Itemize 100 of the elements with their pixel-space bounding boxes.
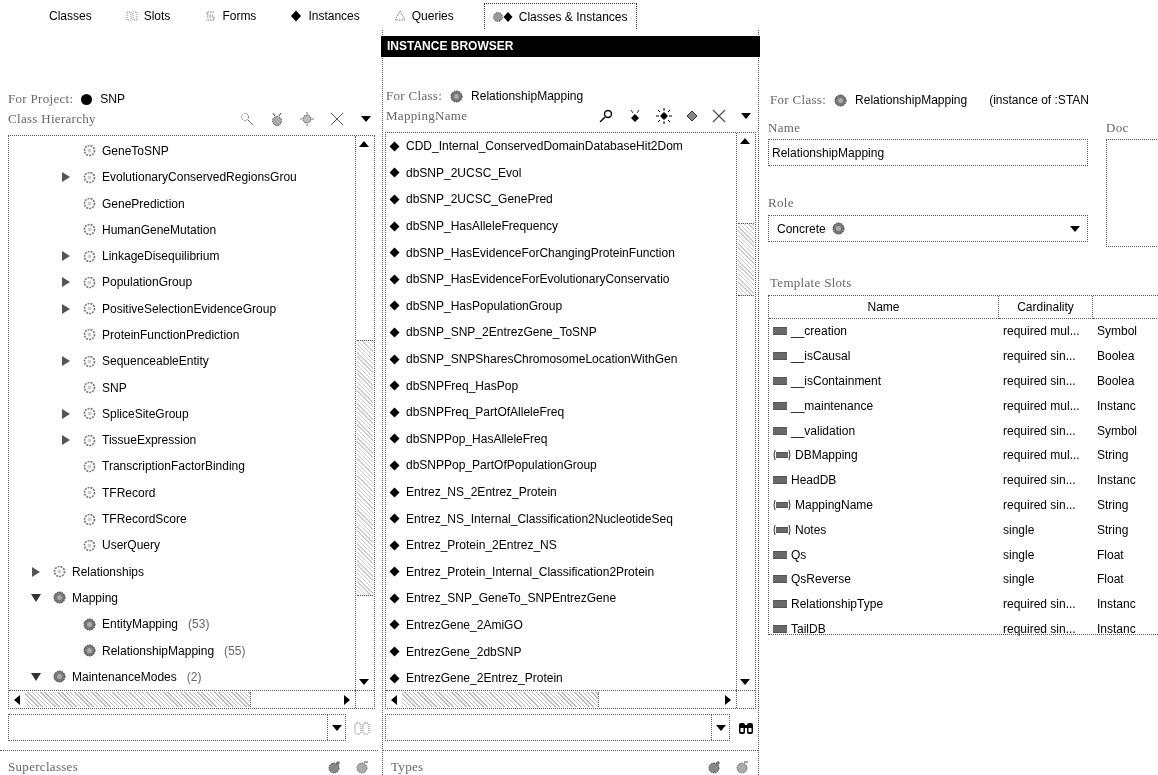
- instance-item[interactable]: dbSNP_SNPSharesChromosomeLocationWithGen: [386, 345, 736, 373]
- tree-item[interactable]: TFRecordScore: [9, 505, 355, 533]
- tree-item[interactable]: LinkageDisequilibrium: [9, 242, 355, 270]
- caret-icon[interactable]: [360, 114, 372, 123]
- tree-item[interactable]: PositiveSelectionEvidenceGroup: [9, 295, 355, 322]
- tree-item[interactable]: MaintenanceModes (2): [9, 663, 355, 690]
- role-dropdown[interactable]: Concrete: [768, 215, 1088, 242]
- instance-item[interactable]: Entrez_Protein_2Entrez_NS: [386, 531, 736, 559]
- caret-icon[interactable]: [1069, 224, 1081, 233]
- search-combo[interactable]: [385, 714, 730, 741]
- scrollbar-thumb[interactable]: [25, 692, 252, 707]
- collapsed-triangle-icon[interactable]: [61, 435, 71, 446]
- instance-item[interactable]: dbSNP_HasPopulationGroup: [386, 292, 736, 320]
- tree-item[interactable]: RelationshipMapping (55): [9, 637, 355, 664]
- diamond-icon: [389, 406, 400, 418]
- instance-item[interactable]: dbSNPFreq_HasPop: [386, 372, 736, 399]
- tree-item[interactable]: Relationships: [9, 558, 355, 585]
- collapsed-triangle-icon[interactable]: [61, 277, 71, 288]
- scrollbar[interactable]: [736, 133, 755, 690]
- collapsed-triangle-icon[interactable]: [61, 172, 71, 183]
- scrollbar-thumb[interactable]: [738, 222, 754, 296]
- tree-item[interactable]: UserQuery: [9, 532, 355, 559]
- instance-item[interactable]: Entrez_SNP_GeneTo_SNPEntrezGene: [386, 585, 736, 612]
- table-cell-text: Float: [1096, 547, 1125, 562]
- instance-item[interactable]: dbSNPFreq_PartOfAlleleFreq: [386, 398, 736, 426]
- tree-item[interactable]: GenePrediction: [9, 190, 355, 217]
- add-class-icon[interactable]: [328, 760, 342, 774]
- tab[interactable]: Classes: [45, 3, 96, 29]
- tree-item[interactable]: TFRecord: [9, 479, 355, 506]
- tree-item[interactable]: Mapping: [9, 584, 355, 612]
- instance-item[interactable]: dbSNP_2UCSC_Evol: [386, 159, 736, 187]
- expanded-triangle-icon[interactable]: [31, 592, 41, 603]
- documentation-field[interactable]: [1106, 139, 1158, 247]
- column-header[interactable]: Cardinality: [999, 296, 1093, 319]
- collapsed-triangle-icon[interactable]: [61, 303, 71, 314]
- collapsed-triangle-icon[interactable]: [31, 566, 41, 577]
- scrollbar-thumb[interactable]: [402, 692, 600, 707]
- project-name: SNP: [100, 92, 126, 107]
- search-icon[interactable]: [598, 108, 614, 123]
- instance-item[interactable]: Entrez_Protein_Internal_Classification2Protein: [386, 558, 736, 586]
- instance-item[interactable]: CDD_Internal_ConservedDomainDatabaseHit2Dom: [386, 133, 736, 160]
- tab[interactable]: Forms: [200, 3, 261, 29]
- delete-icon[interactable]: [330, 111, 344, 126]
- instance-item[interactable]: dbSNP_2UCSC_GenePred: [386, 186, 736, 213]
- tab[interactable]: Classes & Instances: [483, 3, 637, 29]
- diamond-icon: [389, 353, 400, 365]
- binoculars-icon[interactable]: [738, 720, 754, 735]
- add-class-icon[interactable]: [708, 760, 722, 774]
- instance-item[interactable]: dbSNPPop_PartOfPopulationGroup: [386, 452, 736, 479]
- caret-icon[interactable]: [740, 111, 752, 120]
- scrollbar[interactable]: [386, 690, 736, 708]
- instance-item[interactable]: dbSNPPop_HasAlleleFreq: [386, 425, 736, 453]
- tree-item[interactable]: TranscriptionFactorBinding: [9, 453, 355, 480]
- caret-icon[interactable]: [330, 723, 343, 732]
- instance-item[interactable]: EntrezGene_2AmiGO: [386, 611, 736, 639]
- instance-item[interactable]: Entrez_NS_2Entrez_Protein: [386, 478, 736, 506]
- tree-item[interactable]: HumanGeneMutation: [9, 216, 355, 243]
- scrollbar[interactable]: [9, 690, 355, 708]
- tab[interactable]: Queries: [389, 3, 458, 29]
- section-title: Template Slots: [770, 275, 853, 291]
- column-header[interactable]: Name: [769, 296, 999, 319]
- instance-item[interactable]: EntrezGene_2Entrez_Protein: [386, 664, 736, 690]
- slot-name: QsReverse: [791, 572, 852, 587]
- tab[interactable]: Slots: [121, 3, 175, 29]
- tree-item[interactable]: ProteinFunctionPrediction: [9, 321, 355, 349]
- name-field[interactable]: RelationshipMapping: [768, 139, 1088, 166]
- instance-item[interactable]: dbSNP_HasAlleleFrequency: [386, 212, 736, 240]
- instance-item[interactable]: EntrezGene_2dbSNP: [386, 638, 736, 665]
- instance-item[interactable]: dbSNP_HasEvidenceForEvolutionaryConservatio: [386, 265, 736, 293]
- expanded-triangle-icon[interactable]: [31, 671, 41, 682]
- diamond-icon: [389, 433, 400, 445]
- tree-item[interactable]: SequenceableEntity: [9, 348, 355, 375]
- tree-item[interactable]: GeneToSNP: [9, 137, 355, 165]
- tree-item[interactable]: SNP: [9, 374, 355, 401]
- create-class-icon[interactable]: [300, 111, 314, 126]
- tree-item[interactable]: PopulationGroup: [9, 269, 355, 296]
- tab[interactable]: Instances: [286, 3, 364, 29]
- scrollbar[interactable]: [355, 135, 374, 690]
- delete-icon[interactable]: [712, 108, 726, 123]
- instance-item[interactable]: dbSNP_HasEvidenceForChangingProteinFunction: [386, 239, 736, 266]
- tree-item[interactable]: EvolutionaryConservedRegionsGrou: [9, 164, 355, 191]
- tree-item[interactable]: EntityMapping (53): [9, 611, 355, 638]
- remove-class-icon[interactable]: [736, 760, 750, 774]
- table-cell-text: Symbol: [1096, 423, 1138, 438]
- tree-item[interactable]: SpliceSiteGroup: [9, 400, 355, 428]
- caret-icon[interactable]: [714, 723, 727, 732]
- instance-item[interactable]: dbSNP_SNP_2EntrezGene_ToSNP: [386, 319, 736, 346]
- create-instance-icon[interactable]: [656, 107, 672, 124]
- scrollbar-thumb[interactable]: [357, 339, 373, 596]
- diamond-icon: [389, 194, 400, 205]
- collapsed-triangle-icon[interactable]: [61, 356, 71, 367]
- search-combo[interactable]: [8, 714, 346, 741]
- collapsed-triangle-icon[interactable]: [61, 408, 71, 419]
- tree-item[interactable]: TissueExpression: [9, 427, 355, 454]
- instance-item[interactable]: Entrez_NS_Internal_Classification2NucleotideSeq: [386, 505, 736, 532]
- copy-instance-icon[interactable]: [686, 109, 698, 122]
- remove-class-icon[interactable]: [356, 760, 370, 774]
- add-subclass-icon[interactable]: [270, 111, 284, 126]
- add-instance-icon[interactable]: [628, 108, 642, 123]
- collapsed-triangle-icon[interactable]: [61, 251, 71, 262]
